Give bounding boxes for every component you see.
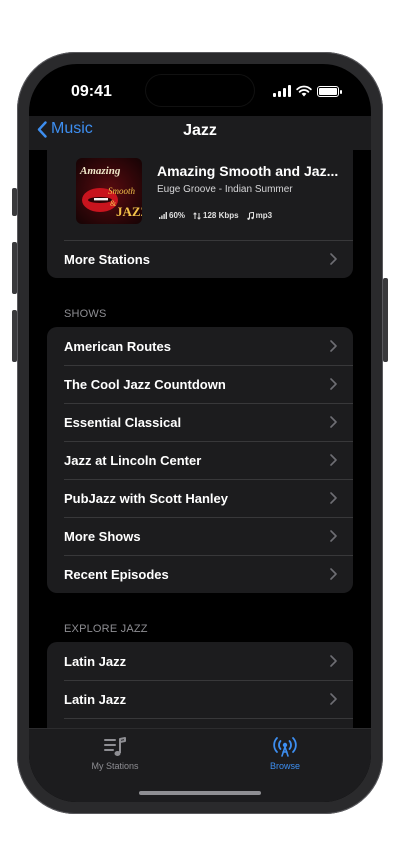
explore-header: EXPLORE JAZZ <box>64 623 148 635</box>
bitrate-value: 128 Kbps <box>203 211 239 220</box>
tab-bar: My Stations Browse <box>29 728 371 802</box>
more-stations-row[interactable]: More Stations <box>47 240 353 278</box>
explore-label: Latin Jazz <box>64 653 127 669</box>
art-text-4: JAZZ <box>116 204 142 219</box>
signal-meta: 60% <box>159 211 185 220</box>
more-shows-row[interactable]: More Shows <box>47 517 353 555</box>
show-row[interactable]: Jazz at Lincoln Center <box>47 441 353 479</box>
chevron-right-icon <box>330 492 337 504</box>
station-name: Amazing Smooth and Jaz... <box>157 163 339 179</box>
show-label: American Routes <box>64 338 171 354</box>
chevron-right-icon <box>330 568 337 580</box>
chevron-right-icon <box>330 454 337 466</box>
show-label: More Shows <box>64 528 141 544</box>
navigation-bar: Music Jazz <box>29 116 371 150</box>
station-card: Amazing Smooth & JAZZ Amazing Smooth and… <box>47 150 353 278</box>
status-icons <box>273 84 342 98</box>
broadcast-icon <box>273 737 297 757</box>
scroll-content[interactable]: Amazing Smooth & JAZZ Amazing Smooth and… <box>29 150 371 728</box>
art-text-2: Smooth <box>108 186 136 196</box>
dynamic-island <box>146 75 254 106</box>
signal-value: 60% <box>169 211 186 220</box>
tab-my-stations-label: My Stations <box>91 761 139 771</box>
tab-my-stations[interactable]: My Stations <box>60 735 170 771</box>
chevron-right-icon <box>330 378 337 390</box>
explore-row[interactable]: Latin Jazz <box>47 680 353 718</box>
music-list-icon <box>104 737 126 756</box>
station-row[interactable]: Amazing Smooth & JAZZ Amazing Smooth and… <box>47 150 353 240</box>
battery-icon <box>317 85 342 97</box>
show-row[interactable]: Essential Classical <box>47 403 353 441</box>
show-row[interactable]: The Cool Jazz Countdown <box>47 365 353 403</box>
show-label: Jazz at Lincoln Center <box>64 452 202 468</box>
format-meta: mp3 <box>246 211 273 220</box>
explore-row[interactable]: Latin Jazz <box>47 642 353 680</box>
show-label: The Cool Jazz Countdown <box>64 376 226 392</box>
format-value: mp3 <box>255 211 273 220</box>
chevron-right-icon <box>330 693 337 705</box>
tab-browse[interactable]: Browse <box>230 735 340 771</box>
station-meta: 60% 128 Kbps mp3 <box>159 211 272 220</box>
signal-strength-icon <box>159 212 167 219</box>
show-row[interactable]: American Routes <box>47 327 353 365</box>
divider <box>64 718 353 719</box>
art-text-1: Amazing <box>79 165 121 177</box>
transfer-arrows-icon <box>193 211 201 220</box>
show-label: Essential Classical <box>64 414 182 430</box>
show-row[interactable]: PubJazz with Scott Hanley <box>47 479 353 517</box>
home-indicator <box>139 791 261 795</box>
now-playing-track: Euge Groove - Indian Summer <box>157 184 293 195</box>
explore-label: Latin Jazz <box>64 691 127 707</box>
chevron-right-icon <box>330 655 337 667</box>
music-note-icon <box>246 211 254 220</box>
bitrate-meta: 128 Kbps <box>193 211 239 220</box>
explore-card: Latin Jazz Latin Jazz <box>47 642 353 728</box>
station-artwork: Amazing Smooth & JAZZ <box>76 158 142 224</box>
show-label: Recent Episodes <box>64 566 169 582</box>
chevron-right-icon <box>330 530 337 542</box>
more-stations-label: More Stations <box>64 251 150 267</box>
cellular-signal-icon <box>273 85 291 97</box>
tab-browse-label: Browse <box>269 761 300 771</box>
show-label: PubJazz with Scott Hanley <box>64 490 228 506</box>
chevron-right-icon <box>330 416 337 428</box>
power-button <box>383 278 388 362</box>
shows-header: SHOWS <box>64 308 107 320</box>
wifi-icon <box>296 85 312 97</box>
recent-episodes-row[interactable]: Recent Episodes <box>47 555 353 593</box>
chevron-right-icon <box>330 253 337 265</box>
screen: 09:41 Music Jazz Amazing Smooth & JAZ Am… <box>29 64 371 802</box>
shows-card: American Routes The Cool Jazz Countdown … <box>47 327 353 593</box>
page-title: Jazz <box>183 122 217 139</box>
status-time: 09:41 <box>71 83 112 100</box>
chevron-right-icon <box>330 340 337 352</box>
